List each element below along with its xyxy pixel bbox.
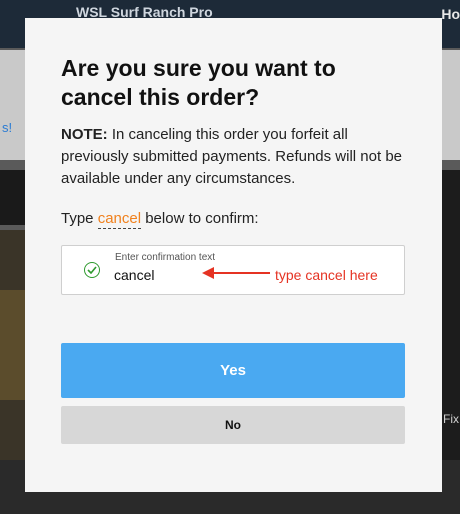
check-circle-icon: [84, 262, 100, 278]
background-header-fragment: Ho: [441, 6, 460, 22]
note-text: In canceling this order you forfeit all …: [61, 126, 403, 187]
confirmation-field[interactable]: Enter confirmation text type cancel here: [61, 245, 405, 295]
dialog-note: NOTE: In canceling this order you forfei…: [61, 124, 406, 190]
confirm-keyword: cancel: [97, 210, 142, 229]
no-button[interactable]: No: [61, 406, 405, 444]
background-left-card: [0, 50, 26, 160]
confirmation-field-label: Enter confirmation text: [115, 252, 216, 263]
confirm-suffix: below to confirm:: [141, 210, 259, 227]
yes-button[interactable]: Yes: [61, 343, 405, 398]
background-right-text: Fix: [443, 412, 459, 426]
note-label: NOTE:: [61, 126, 108, 143]
background-left-text: s!: [2, 120, 13, 135]
background-left-image-detail: [0, 290, 26, 400]
background-right-card: [441, 50, 460, 160]
cancel-order-dialog: Are you sure you want to cancel this ord…: [25, 18, 442, 492]
confirm-instruction: Type cancel below to confirm:: [61, 210, 406, 229]
confirmation-input[interactable]: [114, 267, 204, 283]
background-left-dark-block: [0, 170, 26, 225]
annotation-arrow-icon: [202, 267, 270, 279]
confirm-prefix: Type: [61, 210, 98, 227]
annotation-text: type cancel here: [275, 267, 378, 283]
dialog-title: Are you sure you want to cancel this ord…: [61, 55, 336, 110]
